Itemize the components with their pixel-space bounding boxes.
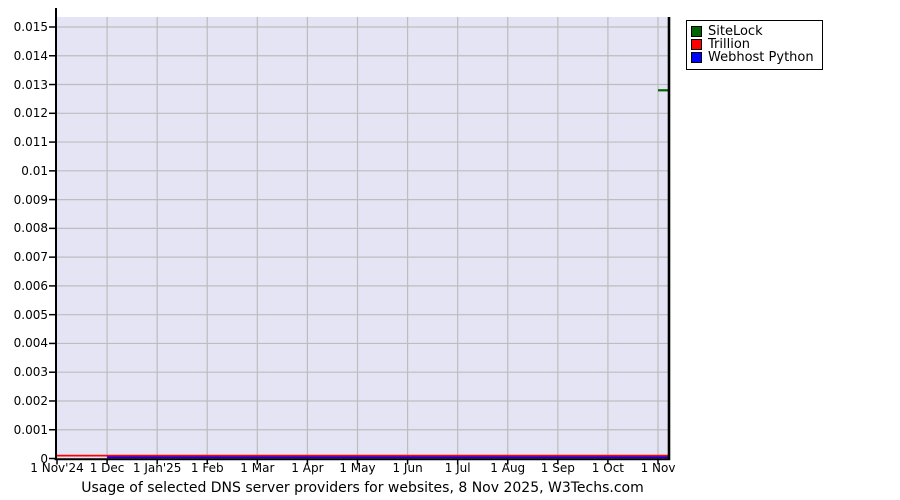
- legend-item-webhost-python: Webhost Python: [691, 51, 814, 64]
- legend-label-webhost-python: Webhost Python: [708, 50, 814, 65]
- y-tick-label: 0.003: [13, 365, 48, 380]
- y-tick-label: 0.014: [13, 48, 48, 63]
- x-tick-label: 1 Nov: [640, 461, 676, 475]
- legend-swatch-webhost-python: [691, 52, 702, 63]
- plot-area: [49, 8, 671, 465]
- y-tick-label: 0.013: [13, 77, 48, 92]
- legend-swatch-sitelock: [691, 26, 702, 37]
- y-tick-label: 0.005: [13, 307, 48, 322]
- y-tick-label: 0.009: [13, 192, 48, 207]
- legend: SiteLock Trillion Webhost Python: [686, 20, 823, 70]
- y-tick-label: 0.001: [13, 422, 48, 437]
- dns-usage-chart: SiteLock Trillion Webhost Python Usage o…: [0, 0, 900, 500]
- legend-swatch-trillion: [691, 39, 702, 50]
- y-tick-label: 0.007: [13, 250, 48, 265]
- y-tick-label: 0.015: [13, 20, 48, 34]
- plot-background: [57, 17, 668, 459]
- y-tick-label: 0.002: [13, 393, 48, 408]
- y-tick-label: 0.004: [13, 336, 48, 351]
- y-tick-label: 0.008: [13, 221, 48, 236]
- chart-title: Usage of selected DNS server providers f…: [81, 480, 644, 496]
- y-tick-label: 0.006: [13, 278, 48, 293]
- y-tick-label: 0.011: [13, 135, 48, 150]
- y-tick-label: 0.012: [13, 106, 48, 121]
- y-tick-label: 0.01: [21, 163, 48, 178]
